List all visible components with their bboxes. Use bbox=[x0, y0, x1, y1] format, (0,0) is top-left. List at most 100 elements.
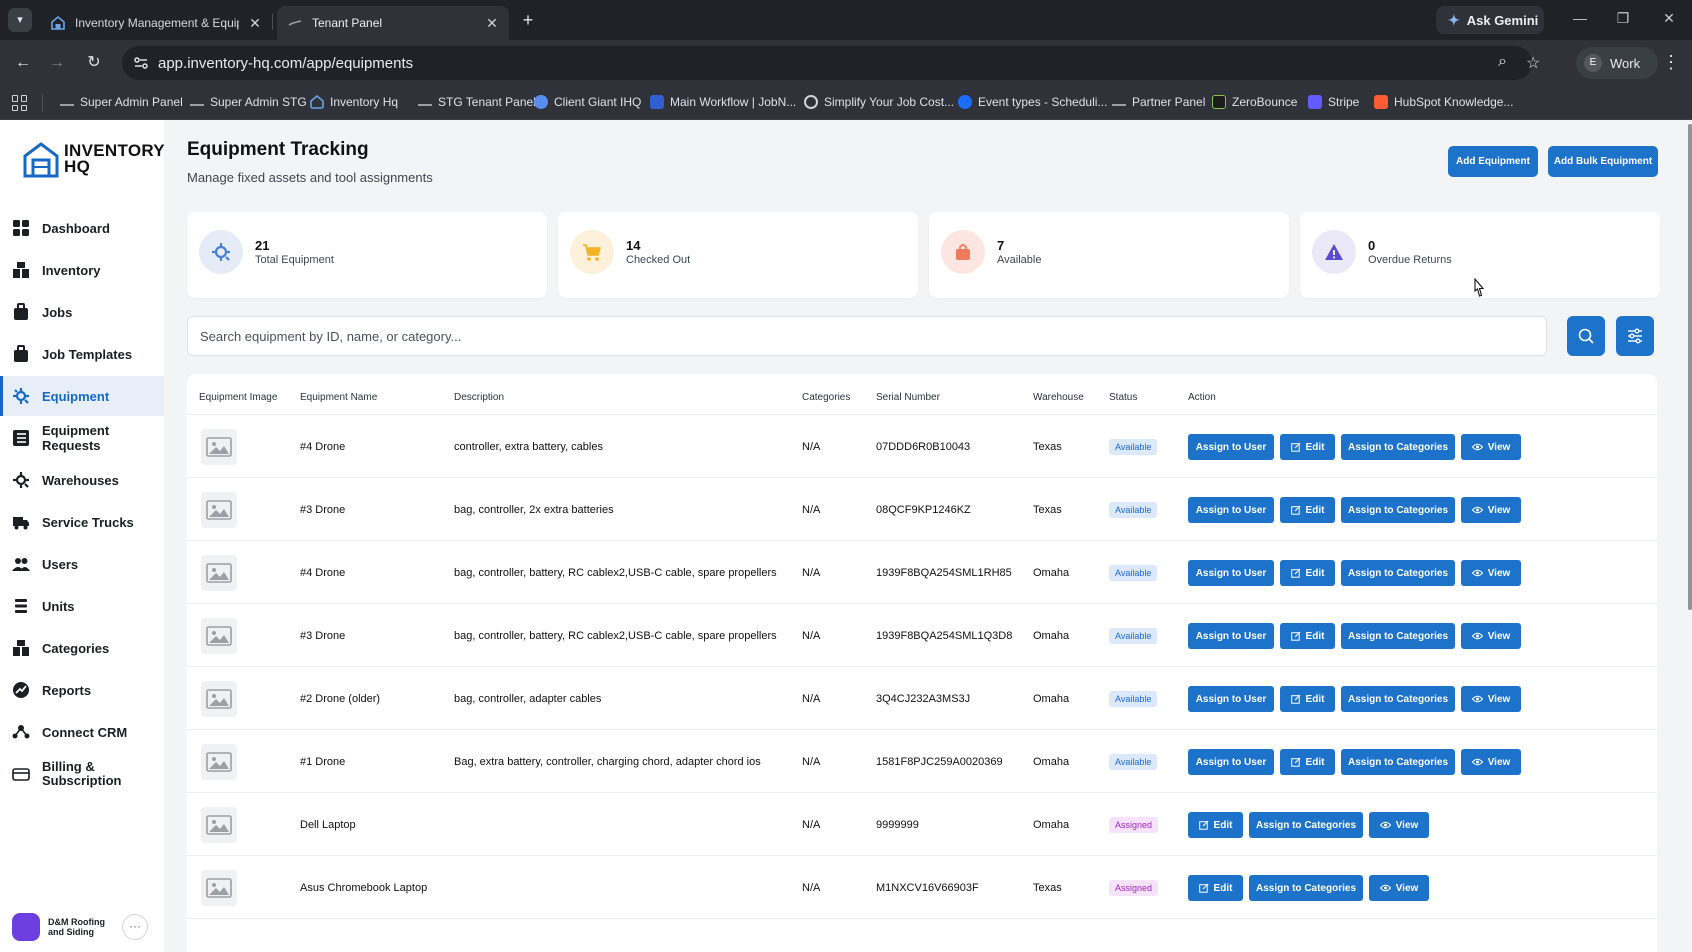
assign-to-categories-button[interactable]: Assign to Categories bbox=[1341, 497, 1455, 523]
sidebar-item-equipment[interactable]: Equipment bbox=[0, 376, 164, 416]
close-window-icon[interactable]: ✕ bbox=[1659, 10, 1679, 27]
edit-button[interactable]: Edit bbox=[1280, 686, 1335, 712]
edit-button[interactable]: Edit bbox=[1280, 749, 1335, 775]
new-tab-button[interactable]: + bbox=[518, 10, 538, 30]
equipment-image-placeholder[interactable] bbox=[201, 492, 237, 528]
ask-gemini-button[interactable]: ✦ Ask Gemini bbox=[1436, 6, 1544, 34]
edit-button[interactable]: Edit bbox=[1280, 497, 1335, 523]
minimize-window-icon[interactable]: — bbox=[1570, 10, 1590, 26]
search-input[interactable] bbox=[200, 317, 1530, 355]
account-switcher[interactable]: D&M Roofing and Siding ··· bbox=[12, 910, 152, 944]
restore-window-icon[interactable]: ❐ bbox=[1613, 10, 1633, 27]
assign-to-user-button[interactable]: Assign to User bbox=[1188, 560, 1274, 586]
view-button[interactable]: View bbox=[1461, 749, 1521, 775]
bookmark-zerobounce[interactable]: ZeroBounce bbox=[1212, 95, 1297, 109]
equipment-image-placeholder[interactable] bbox=[201, 807, 237, 843]
assign-to-categories-button[interactable]: Assign to Categories bbox=[1341, 434, 1455, 460]
bookmark-super-admin-panel[interactable]: Super Admin Panel bbox=[60, 95, 183, 109]
equipment-image-placeholder[interactable] bbox=[201, 744, 237, 780]
main-content: Equipment Tracking Manage fixed assets a… bbox=[164, 120, 1688, 952]
add-bulk-equipment-button[interactable]: Add Bulk Equipment bbox=[1548, 146, 1658, 177]
sidebar-item-billing[interactable]: Billing & Subscription bbox=[0, 754, 164, 794]
warehouses-icon bbox=[13, 472, 29, 488]
profile-button[interactable]: E Work bbox=[1576, 47, 1658, 79]
zoom-icon[interactable]: ⌕ bbox=[1498, 53, 1507, 71]
browser-menu-icon[interactable]: ⋮ bbox=[1662, 52, 1680, 73]
equipment-image-placeholder[interactable] bbox=[201, 618, 237, 654]
view-button[interactable]: View bbox=[1461, 560, 1521, 586]
equipment-image-placeholder[interactable] bbox=[201, 681, 237, 717]
sidebar-item-categories[interactable]: Categories bbox=[0, 628, 164, 668]
eye-icon bbox=[1471, 443, 1483, 451]
sidebar-item-connect-crm[interactable]: Connect CRM bbox=[0, 712, 164, 752]
forward-icon[interactable]: → bbox=[46, 52, 68, 74]
sidebar-item-equipment-requests[interactable]: Equipment Requests bbox=[0, 418, 164, 458]
edit-button[interactable]: Edit bbox=[1280, 434, 1335, 460]
browser-tab-inventory[interactable]: Inventory Management & Equipment ✕ bbox=[40, 6, 272, 40]
assign-to-categories-button[interactable]: Assign to Categories bbox=[1341, 686, 1455, 712]
assign-to-categories-button[interactable]: Assign to Categories bbox=[1249, 812, 1363, 838]
sidebar-item-users[interactable]: Users bbox=[0, 544, 164, 584]
search-button[interactable] bbox=[1567, 316, 1605, 356]
sidebar-item-inventory[interactable]: Inventory bbox=[0, 250, 164, 290]
address-bar[interactable]: app.inventory-hq.com/app/equipments ⌕ ☆ bbox=[122, 46, 1540, 80]
back-icon[interactable]: ← bbox=[12, 52, 34, 74]
equipment-image-placeholder[interactable] bbox=[201, 429, 237, 465]
reload-icon[interactable]: ↻ bbox=[83, 52, 105, 74]
apps-grid-icon[interactable] bbox=[12, 95, 28, 111]
view-button[interactable]: View bbox=[1461, 686, 1521, 712]
tab-search-dropdown[interactable]: ▾ bbox=[8, 8, 32, 32]
bookmark-client-giant-ihq[interactable]: Client Giant IHQ bbox=[534, 95, 641, 109]
bookmark-super-admin-stg[interactable]: Super Admin STG bbox=[190, 95, 307, 109]
close-tab-icon[interactable]: ✕ bbox=[485, 15, 499, 32]
bookmark-partner-panel[interactable]: Partner Panel bbox=[1112, 95, 1205, 109]
close-tab-icon[interactable]: ✕ bbox=[248, 15, 262, 32]
assign-to-user-button[interactable]: Assign to User bbox=[1188, 623, 1274, 649]
bookmark-simplify-job-cost[interactable]: Simplify Your Job Cost... bbox=[804, 95, 954, 109]
edit-button[interactable]: Edit bbox=[1280, 623, 1335, 649]
browser-tab-tenant-panel[interactable]: Tenant Panel ✕ bbox=[277, 6, 509, 40]
bookmark-star-icon[interactable]: ☆ bbox=[1526, 53, 1540, 73]
view-button[interactable]: View bbox=[1369, 812, 1429, 838]
bookmark-event-types[interactable]: Event types - Scheduli... bbox=[958, 95, 1107, 109]
assign-to-user-button[interactable]: Assign to User bbox=[1188, 434, 1274, 460]
bookmark-main-workflow[interactable]: Main Workflow | JobN... bbox=[650, 95, 796, 109]
sidebar-item-label: Users bbox=[42, 556, 79, 572]
equipment-image-placeholder[interactable] bbox=[201, 555, 237, 591]
url-text[interactable]: app.inventory-hq.com/app/equipments bbox=[158, 55, 413, 72]
assign-to-categories-button[interactable]: Assign to Categories bbox=[1341, 749, 1455, 775]
assign-to-categories-button[interactable]: Assign to Categories bbox=[1341, 560, 1455, 586]
edit-button[interactable]: Edit bbox=[1188, 875, 1243, 901]
bookmark-stg-tenant-panel[interactable]: STG Tenant Panel bbox=[418, 95, 536, 109]
sidebar-item-jobs[interactable]: Jobs bbox=[0, 292, 164, 332]
edit-button[interactable]: Edit bbox=[1188, 812, 1243, 838]
bookmark-inventory-hq[interactable]: Inventory Hq bbox=[310, 95, 398, 109]
sidebar-item-dashboard[interactable]: Dashboard bbox=[0, 208, 164, 248]
assign-to-categories-button[interactable]: Assign to Categories bbox=[1341, 623, 1455, 649]
bookmark-stripe[interactable]: Stripe bbox=[1308, 95, 1359, 109]
sidebar-item-reports[interactable]: Reports bbox=[0, 670, 164, 710]
assign-to-user-button[interactable]: Assign to User bbox=[1188, 749, 1274, 775]
equipment-image-placeholder[interactable] bbox=[201, 870, 237, 906]
view-button[interactable]: View bbox=[1461, 434, 1521, 460]
brand-logo[interactable]: INVENTORY HQ bbox=[22, 140, 165, 178]
sidebar-item-label: Connect CRM bbox=[42, 724, 128, 740]
site-settings-icon[interactable] bbox=[132, 54, 150, 72]
assign-to-categories-button[interactable]: Assign to Categories bbox=[1249, 875, 1363, 901]
sidebar-item-service-trucks[interactable]: Service Trucks bbox=[0, 502, 164, 542]
view-button[interactable]: View bbox=[1461, 497, 1521, 523]
scrollbar-thumb[interactable] bbox=[1688, 124, 1692, 610]
filter-button[interactable] bbox=[1616, 316, 1654, 356]
sidebar-item-units[interactable]: Units bbox=[0, 586, 164, 626]
view-button[interactable]: View bbox=[1369, 875, 1429, 901]
bookmarks-bar: Super Admin Panel Super Admin STG Invent… bbox=[0, 86, 1692, 120]
account-more-button[interactable]: ··· bbox=[122, 914, 148, 940]
bookmark-hubspot[interactable]: HubSpot Knowledge... bbox=[1374, 95, 1513, 109]
assign-to-user-button[interactable]: Assign to User bbox=[1188, 686, 1274, 712]
sidebar-item-warehouses[interactable]: Warehouses bbox=[0, 460, 164, 500]
edit-button[interactable]: Edit bbox=[1280, 560, 1335, 586]
assign-to-user-button[interactable]: Assign to User bbox=[1188, 497, 1274, 523]
add-equipment-button[interactable]: Add Equipment bbox=[1448, 146, 1538, 177]
view-button[interactable]: View bbox=[1461, 623, 1521, 649]
sidebar-item-job-templates[interactable]: Job Templates bbox=[0, 334, 164, 374]
